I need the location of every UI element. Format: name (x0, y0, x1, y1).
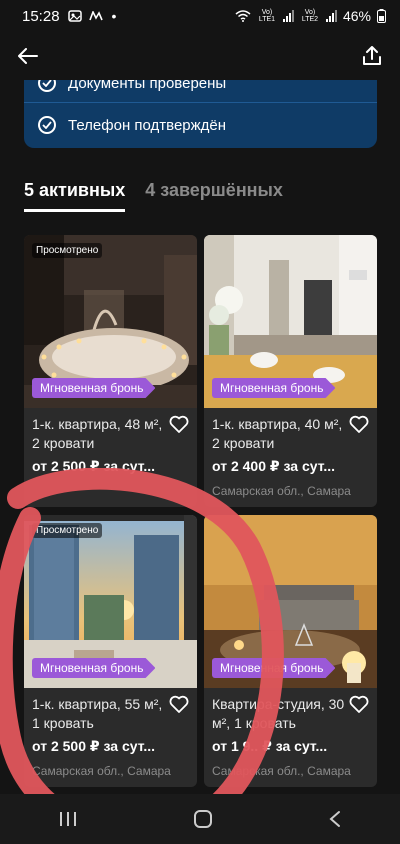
listing-photo: Мгновенная бронь (204, 235, 377, 408)
listing-card[interactable]: Просмотрено Мгновенная бронь 1-к. кварти… (24, 515, 197, 787)
battery-icon (377, 9, 386, 23)
top-app-bar (0, 34, 400, 80)
wifi-icon (235, 10, 251, 22)
listing-photo: Мгновенная бронь (204, 515, 377, 688)
home-icon[interactable] (193, 809, 213, 829)
instant-booking-badge: Мгновенная бронь (212, 378, 336, 398)
share-icon (363, 46, 381, 65)
arrow-left-icon (18, 48, 38, 64)
status-bar: 15:28 • Vo) LTE1 Vo) LTE2 46% (0, 0, 400, 32)
battery-label: 46% (342, 8, 371, 24)
listing-price: от 1 9.. ₽ за сут... (212, 738, 328, 754)
listings-tabs: 5 активных 4 завершённых (24, 180, 283, 212)
instant-booking-badge: Мгновенная бронь (32, 378, 156, 398)
check-circle-icon (38, 116, 56, 134)
listing-title: 1-к. квартира, 40 м², 2 кровати (212, 416, 343, 451)
listing-location: Самарская обл., Самара (212, 484, 351, 498)
verification-label: Телефон подтверждён (68, 116, 227, 134)
signal-icon (325, 10, 337, 22)
back-nav-icon[interactable] (328, 810, 342, 828)
listing-price: от 2 500 ₽ за сут... (32, 738, 155, 754)
listing-price: от 2 400 ₽ за сут... (212, 458, 335, 474)
listing-title: 1-к. квартира, 55 м², 1 кровать (32, 696, 163, 731)
listing-title: 1-к. квартира, 48 м², 2 кровати (32, 416, 163, 451)
status-right-icons: Vo) LTE1 Vo) LTE2 46% (235, 8, 386, 24)
tab-active[interactable]: 5 активных (24, 180, 126, 212)
system-nav-bar (0, 794, 400, 844)
viewed-label: Просмотрено (32, 523, 103, 538)
share-button[interactable] (358, 42, 386, 70)
listing-title: Квартира-студия, 30 м², 1 кровать (212, 696, 345, 731)
sim2-label: Vo) LTE2 (301, 9, 319, 23)
heart-icon[interactable] (169, 415, 189, 433)
instant-booking-badge: Мгновенная бронь (32, 658, 156, 678)
listing-card[interactable]: Мгновенная бронь Квартира-студия, 30 м²,… (204, 515, 377, 787)
signal-icon (282, 10, 294, 22)
instant-booking-badge: Мгновенная бронь (212, 658, 336, 678)
listing-photo: Просмотрено Мгновенная бронь (24, 515, 197, 688)
divider (24, 102, 377, 103)
app-notification-icon (88, 11, 103, 21)
verification-card: Документы проверены Телефон подтверждён (24, 80, 377, 148)
back-button[interactable] (14, 42, 42, 70)
verification-row-documents: Документы проверены (38, 80, 226, 92)
check-circle-icon (38, 80, 56, 92)
listing-location: Самарская обл., Самара (32, 764, 171, 778)
listing-photo: Просмотрено Мгновенная бронь (24, 235, 197, 408)
listing-price: от 2 500 ₽ за сут... (32, 458, 155, 474)
dot-icon: • (111, 8, 117, 24)
heart-icon[interactable] (169, 695, 189, 713)
sim1-label: Vo) LTE1 (258, 9, 276, 23)
status-time: 15:28 (22, 7, 60, 25)
recent-apps-icon[interactable] (58, 810, 78, 828)
image-icon (67, 10, 82, 22)
tab-completed[interactable]: 4 завершённых (145, 180, 283, 212)
listing-card[interactable]: Просмотрено Мгновенная бронь 1-к. кварти… (24, 235, 197, 507)
verification-label: Документы проверены (68, 80, 227, 92)
status-left-icons: • (67, 8, 117, 24)
heart-icon[interactable] (349, 415, 369, 433)
viewed-label: Просмотрено (32, 243, 103, 258)
verification-row-phone: Телефон подтверждён (38, 116, 226, 134)
listing-location: Самарская обл., Самара (212, 764, 351, 778)
listing-card[interactable]: Мгновенная бронь 1-к. квартира, 40 м², 2… (204, 235, 377, 507)
heart-icon[interactable] (349, 695, 369, 713)
